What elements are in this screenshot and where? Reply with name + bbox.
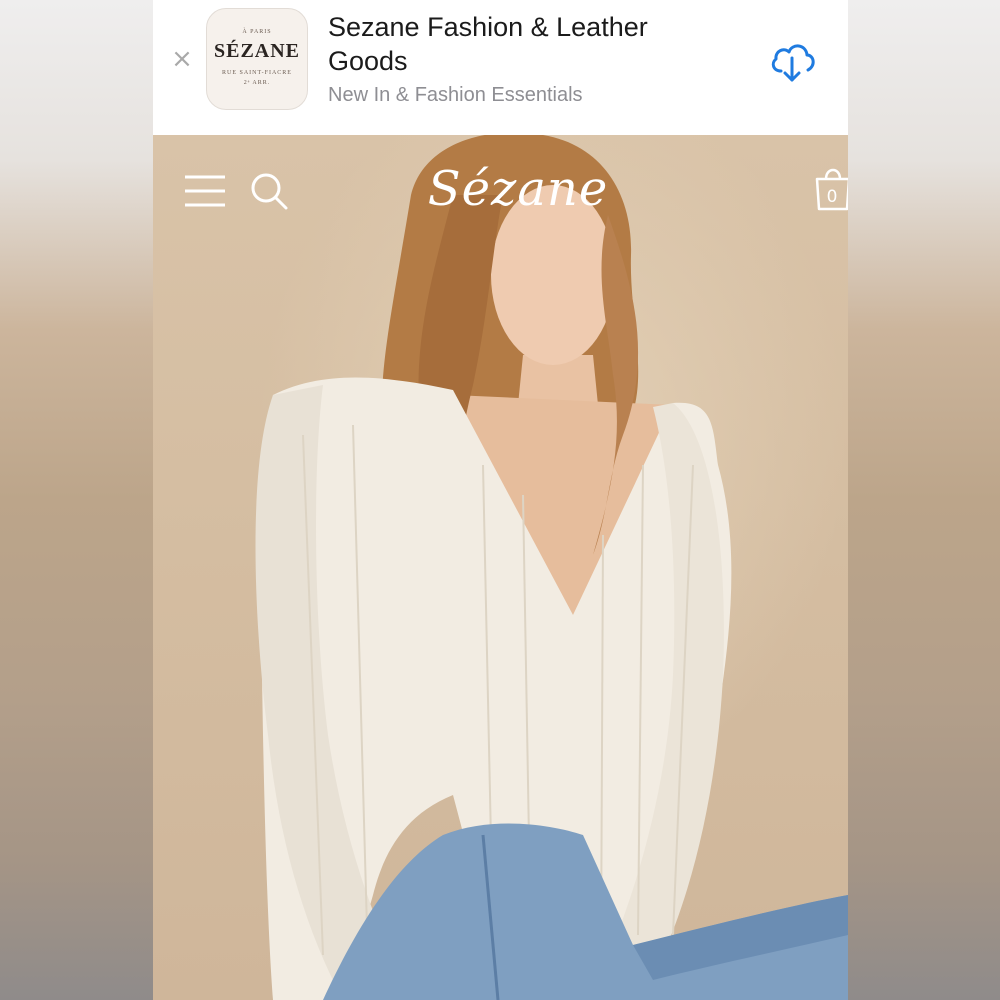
hero-image[interactable]: Sézane 0 — [153, 135, 848, 1000]
smart-app-banner: × À PARIS SÉZANE RUE SAINT-FIACRE 2ᵉ ARR… — [153, 0, 848, 135]
cloud-download-icon[interactable] — [767, 36, 817, 86]
hamburger-menu-icon[interactable] — [183, 173, 227, 209]
phone-screen: × À PARIS SÉZANE RUE SAINT-FIACRE 2ᵉ ARR… — [153, 0, 848, 1000]
bag-count-badge: 0 — [826, 187, 838, 207]
background-left — [0, 0, 153, 1000]
model-photo — [255, 135, 848, 1000]
app-icon[interactable]: À PARIS SÉZANE RUE SAINT-FIACRE 2ᵉ ARR. — [206, 8, 308, 110]
app-icon-top-line: À PARIS — [242, 29, 272, 35]
app-icon-address: RUE SAINT-FIACRE — [222, 70, 292, 76]
brand-logo[interactable]: Sézane — [413, 153, 623, 225]
close-icon[interactable]: × — [171, 46, 193, 72]
app-title: Sezane Fashion & Leather Goods — [328, 12, 648, 76]
app-icon-district: 2ᵉ ARR. — [243, 80, 271, 86]
background-right — [847, 0, 1000, 1000]
app-icon-brand: SÉZANE — [213, 40, 301, 62]
search-icon[interactable] — [249, 171, 289, 211]
app-subtitle: New In & Fashion Essentials — [328, 84, 583, 106]
